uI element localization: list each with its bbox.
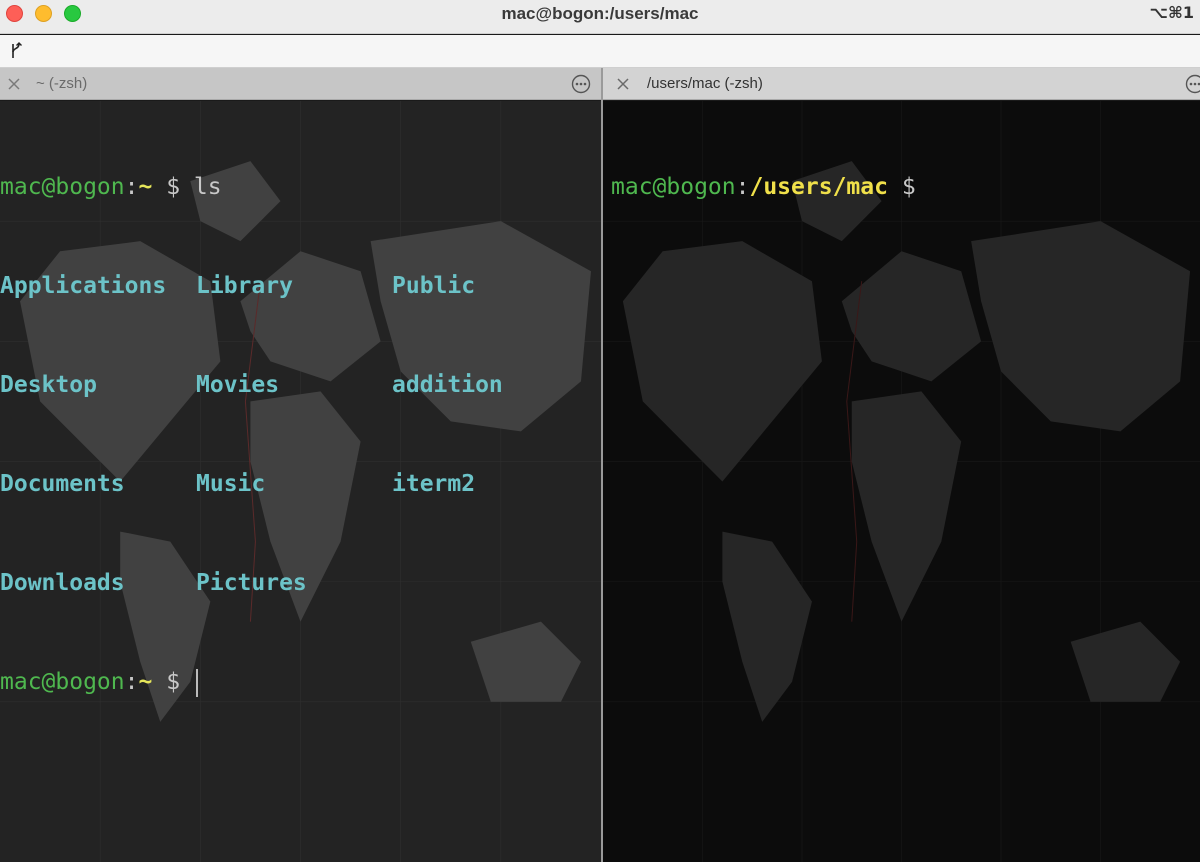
prompt-colon: : xyxy=(124,174,139,200)
ls-entry: Desktop xyxy=(0,372,97,398)
more-options-icon[interactable] xyxy=(571,74,591,94)
window-title: mac@bogon:/users/mac xyxy=(501,4,699,23)
prompt-path: ~ xyxy=(138,669,153,695)
ls-entry: Pictures xyxy=(196,570,307,596)
close-pane-icon[interactable] xyxy=(615,76,631,92)
ls-row: Documents Music iterm2 xyxy=(0,468,503,501)
window-titlebar: mac@bogon:/users/mac ⌥⌘1 xyxy=(0,0,1200,34)
toolbar xyxy=(0,35,1200,68)
prompt-colon: : xyxy=(124,669,139,695)
prompt-line: mac@bogon:~ $ xyxy=(0,666,503,699)
tab-right-pane[interactable]: /users/mac (-zsh) xyxy=(603,68,1200,100)
ls-entry: Movies xyxy=(196,372,280,398)
terminal-output: mac@bogon:/users/mac $ xyxy=(611,105,916,270)
text-cursor xyxy=(195,668,198,697)
prompt-user: mac@bogon xyxy=(611,174,736,200)
ls-entry: Library xyxy=(196,273,293,299)
terminal-output: mac@bogon:~ $ ls Applications Library Publ… xyxy=(0,105,503,765)
window-shortcut: ⌥⌘1 xyxy=(1149,3,1194,22)
ls-entry: addition xyxy=(392,372,503,398)
right-tab-title: /users/mac (-zsh) xyxy=(647,75,763,92)
more-options-icon[interactable] xyxy=(1185,74,1200,94)
command-text: ls xyxy=(193,174,222,200)
terminal-pane-right[interactable]: mac@bogon:/users/mac $ xyxy=(603,101,1200,862)
prompt-path: ~ xyxy=(138,174,153,200)
ls-entry: Applications xyxy=(0,273,167,299)
prompt-symbol: $ xyxy=(152,669,194,695)
prompt-line: mac@bogon:/users/mac $ xyxy=(611,171,916,204)
ls-entry: iterm2 xyxy=(392,471,476,497)
prompt-line: mac@bogon:~ $ ls xyxy=(0,171,503,204)
ls-row: Downloads Pictures xyxy=(0,567,503,600)
left-tab-title: ~ (-zsh) xyxy=(36,75,88,92)
prompt-path: /users/mac xyxy=(749,174,888,200)
ls-entry: Documents xyxy=(0,471,125,497)
branch-icon[interactable] xyxy=(8,41,24,61)
ls-row: Desktop Movies addition xyxy=(0,369,503,402)
tab-left-pane[interactable]: ~ (-zsh) xyxy=(0,68,601,100)
terminal-pane-left[interactable]: mac@bogon:~ $ ls Applications Library Publ… xyxy=(0,101,601,862)
prompt-colon: : xyxy=(735,174,750,200)
prompt-symbol: $ xyxy=(887,174,916,200)
close-pane-icon[interactable] xyxy=(6,76,22,92)
prompt-symbol: $ xyxy=(152,174,194,200)
ls-entry: Downloads xyxy=(0,570,125,596)
ls-row: Applications Library Public xyxy=(0,270,503,303)
prompt-user: mac@bogon xyxy=(0,669,125,695)
ls-entry: Music xyxy=(196,471,266,497)
ls-entry: Public xyxy=(392,273,476,299)
prompt-user: mac@bogon xyxy=(0,174,125,200)
